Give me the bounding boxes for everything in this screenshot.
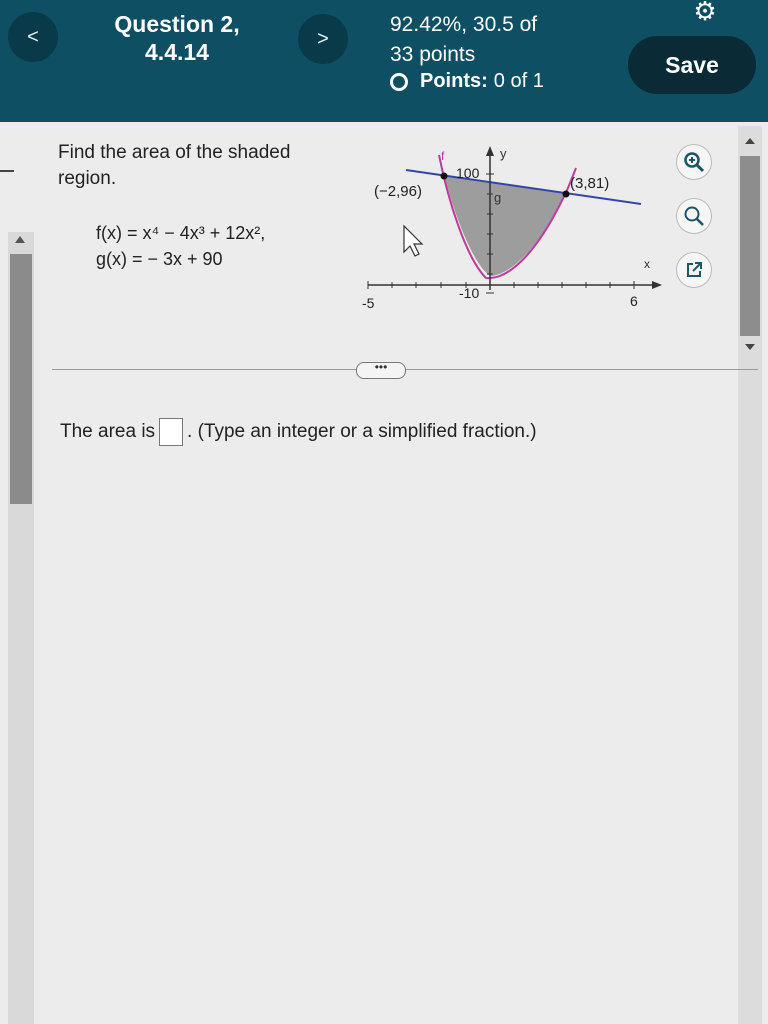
external-link-icon [687, 262, 702, 277]
line-g-label: g [494, 190, 501, 205]
next-question-button[interactable]: > [298, 14, 348, 64]
x-tick-6: 6 [630, 293, 638, 309]
question-points: Points: 0 of 1 [390, 70, 544, 93]
g-definition: g(x) = − 3x + 90 [96, 249, 223, 269]
zoom-in-icon [684, 152, 705, 173]
status-circle-icon [390, 72, 408, 91]
x-axis-label: x [644, 257, 650, 271]
settings-gear-icon[interactable]: ⚙ [688, 0, 722, 26]
question-section: 4.4.14 [145, 39, 209, 65]
left-scrollbar[interactable] [8, 232, 34, 1024]
save-button[interactable]: Save [628, 36, 756, 94]
previous-question-button[interactable]: < [8, 12, 58, 62]
chevron-right-icon: > [317, 27, 329, 50]
x-tick-neg5: -5 [362, 295, 375, 311]
f-definition: f(x) = x⁴ − 4x³ + 12x², [96, 223, 266, 243]
y-tick-neg10: -10 [459, 285, 479, 301]
area-answer-input[interactable] [159, 418, 184, 446]
answer-row: The area is . (Type an integer or a simp… [60, 418, 537, 446]
curve-f-label: f [441, 149, 445, 163]
answer-suffix: . (Type an integer or a simplified fract… [187, 421, 537, 442]
chevron-left-icon: < [27, 25, 39, 48]
zoom-out-button[interactable] [676, 198, 712, 234]
score-summary: 92.42%, 30.5 of 33 points [390, 10, 537, 70]
point-left-marker [440, 172, 448, 180]
x-axis-arrow-icon [652, 281, 662, 289]
point-right-label: (3,81) [570, 175, 609, 192]
score-percent: 92.42%, 30.5 of [390, 13, 538, 36]
points-value: 0 of 1 [493, 70, 544, 92]
expand-more-button[interactable]: ••• [356, 361, 406, 379]
question-title: Question 2, 4.4.14 [92, 10, 262, 66]
right-scrollbar[interactable] [738, 126, 762, 1024]
y-axis-arrow-icon [486, 146, 494, 156]
score-points: 33 points [390, 43, 476, 66]
left-scrollbar-thumb[interactable] [10, 254, 32, 504]
question-prompt: Find the area of the shaded region. [58, 142, 291, 189]
scroll-up-arrow-icon[interactable] [15, 236, 25, 243]
zoom-in-button[interactable] [676, 144, 712, 180]
popout-button[interactable] [676, 252, 712, 288]
y-tick-100: 100 [456, 165, 480, 181]
region-graph: f g y x 100 -10 -5 6 (−2,96) (3,81) [362, 146, 662, 311]
function-definitions: f(x) = x⁴ − 4x³ + 12x², g(x) = − 3x + 90 [96, 220, 265, 272]
top-toolbar: < Question 2, 4.4.14 > 92.42%, 30.5 of 3… [0, 0, 768, 122]
scroll-up-arrow-icon[interactable] [745, 138, 755, 144]
points-label: Points: [420, 70, 488, 92]
zoom-out-icon [684, 206, 704, 226]
answer-prefix: The area is [60, 421, 156, 442]
left-edge-mark [0, 170, 14, 172]
question-number: Question 2, [114, 11, 240, 37]
y-axis-label: y [500, 146, 507, 161]
right-scrollbar-thumb[interactable] [740, 156, 760, 336]
point-right-marker [562, 190, 570, 198]
scroll-down-arrow-icon[interactable] [745, 344, 755, 350]
mouse-cursor-icon [403, 224, 424, 257]
point-left-label: (−2,96) [374, 183, 422, 200]
